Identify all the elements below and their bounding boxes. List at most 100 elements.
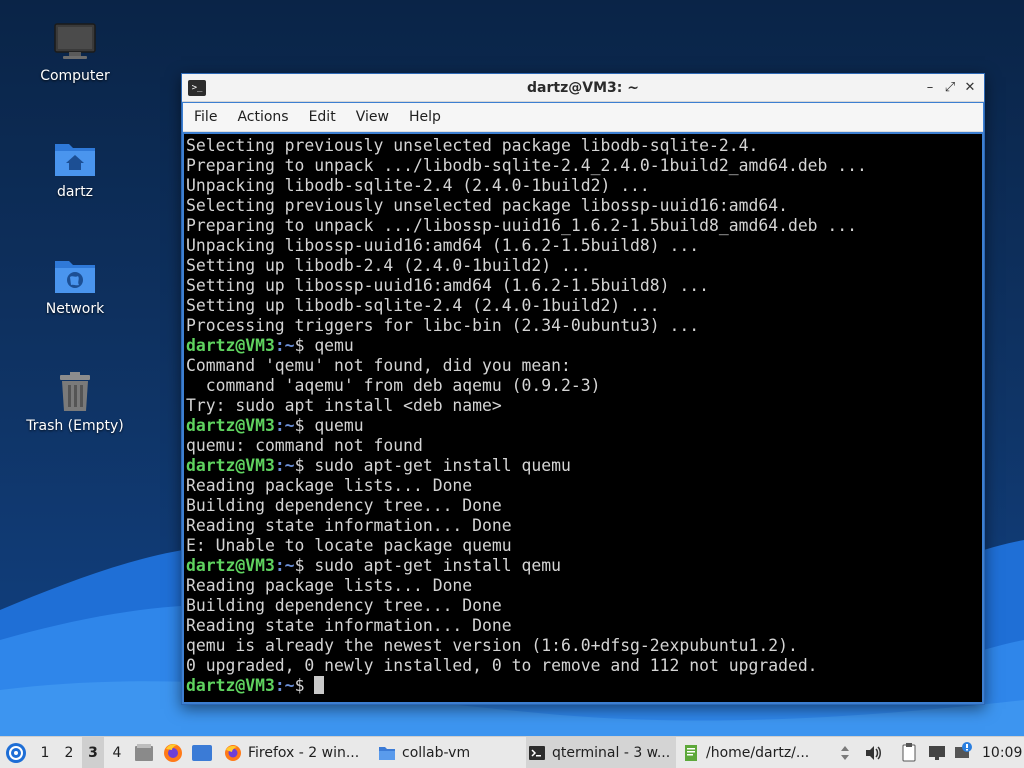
terminal-output-line: Preparing to unpack .../libodb-sqlite-2.… (186, 156, 982, 176)
workspace-3[interactable]: 3 (82, 737, 104, 768)
prompt-user: dartz@VM3 (186, 676, 275, 695)
task-label: /home/dartz/... (706, 745, 810, 761)
quicklaunch-firefox[interactable] (162, 737, 186, 768)
taskbar-task-collab-vm[interactable]: collab-vm (376, 737, 516, 768)
terminal-prompt-line: dartz@VM3:~$ (186, 676, 982, 696)
output-text: Setting up libossp-uuid16:amd64 (1.6.2-1… (186, 276, 710, 295)
prompt-path: :~ (274, 556, 295, 575)
desktop-icon-label: dartz (56, 184, 94, 200)
prompt-symbol: $ (294, 556, 315, 575)
taskbar-task-text-editor[interactable]: /home/dartz/... (680, 737, 820, 768)
tray-display[interactable] (926, 737, 948, 768)
maximize-button[interactable]: ⤢ (940, 78, 960, 98)
desktop-icon-computer[interactable]: Computer (10, 22, 140, 84)
output-text: Try: sudo apt install <deb name> (186, 396, 502, 415)
taskbar: 1 2 3 4 Firefox - 2 win... collab-vm qte… (0, 736, 1024, 768)
taskbar-task-qterminal[interactable]: qterminal - 3 w... (526, 737, 676, 768)
output-text: quemu: command not found (186, 436, 423, 455)
terminal-output-line: Processing triggers for libc-bin (2.34-0… (186, 316, 982, 336)
minimize-button[interactable]: – (920, 78, 940, 98)
workspace-2[interactable]: 2 (58, 737, 80, 768)
output-text: Setting up libodb-sqlite-2.4 (2.4.0-1bui… (186, 296, 660, 315)
desktop-icon-label: Network (45, 301, 105, 317)
menu-file[interactable]: File (183, 103, 227, 132)
output-text: Reading package lists... Done (186, 576, 473, 595)
quicklaunch-desktop[interactable] (190, 737, 216, 768)
tray-update-notifier[interactable] (952, 737, 974, 768)
clipboard-icon (902, 743, 916, 762)
desktop-icon-label: Computer (40, 68, 110, 84)
terminal-output-line: command 'aqemu' from deb aqemu (0.9.2-3) (186, 376, 982, 396)
terminal-prompt-line: dartz@VM3:~$ quemu (186, 416, 982, 436)
firefox-icon (164, 744, 182, 762)
output-text: command 'aqemu' from deb aqemu (0.9.2-3) (186, 376, 601, 395)
workspace-1[interactable]: 1 (34, 737, 56, 768)
desktop-icon-network[interactable]: Network (10, 255, 140, 317)
desktop-icon-trash[interactable]: Trash (Empty) (10, 372, 140, 434)
command-text: qemu (314, 336, 354, 355)
clock[interactable]: 10:09 (982, 737, 1022, 768)
output-text: Selecting previously unselected package … (186, 196, 788, 215)
display-icon (929, 746, 945, 760)
terminal-window[interactable]: >_ dartz@VM3: ~ – ⤢ ✕ File Actions Edit Vie… (181, 73, 985, 705)
terminal-output[interactable]: Selecting previously unselected package … (184, 134, 982, 702)
file-manager-icon (135, 744, 153, 761)
output-text: Building dependency tree... Done (186, 496, 502, 515)
menu-help[interactable]: Help (399, 103, 451, 132)
tray-clipboard[interactable] (898, 737, 920, 768)
output-text: Preparing to unpack .../libossp-uuid16_1… (186, 216, 858, 235)
prompt-symbol: $ (294, 416, 315, 435)
output-text: Processing triggers for libc-bin (2.34-0… (186, 316, 700, 335)
prompt-symbol: $ (294, 456, 315, 475)
prompt-user: dartz@VM3 (186, 336, 275, 355)
window-titlebar[interactable]: >_ dartz@VM3: ~ – ⤢ ✕ (182, 74, 984, 102)
terminal-output-line: Reading state information... Done (186, 516, 982, 536)
terminal-prompt-line: dartz@VM3:~$ qemu (186, 336, 982, 356)
show-desktop-icon (192, 745, 212, 761)
prompt-path: :~ (274, 336, 295, 355)
terminal-output-line: Building dependency tree... Done (186, 496, 982, 516)
output-text: Setting up libodb-2.4 (2.4.0-1build2) ..… (186, 256, 591, 275)
quicklaunch-file-manager[interactable] (134, 737, 156, 768)
terminal-output-line: Setting up libodb-sqlite-2.4 (2.4.0-1bui… (186, 296, 982, 316)
window-title: dartz@VM3: ~ (527, 80, 639, 96)
computer-icon (54, 23, 96, 59)
start-menu-button[interactable] (4, 737, 30, 768)
task-label: Firefox - 2 win... (248, 745, 360, 761)
command-text: quemu (314, 416, 364, 435)
prompt-user: dartz@VM3 (186, 416, 275, 435)
prompt-path: :~ (274, 676, 295, 695)
terminal-prompt-line: dartz@VM3:~$ sudo apt-get install quemu (186, 456, 982, 476)
workspace-4[interactable]: 4 (106, 737, 128, 768)
output-text: Reading package lists... Done (186, 476, 473, 495)
output-text: Unpacking libossp-uuid16:amd64 (1.6.2-1.… (186, 236, 700, 255)
output-text: Command 'qemu' not found, did you mean: (186, 356, 571, 375)
close-button[interactable]: ✕ (960, 78, 980, 98)
terminal-output-line: Try: sudo apt install <deb name> (186, 396, 982, 416)
terminal-output-line: 0 upgraded, 0 newly installed, 0 to remo… (186, 656, 982, 676)
prompt-user: dartz@VM3 (186, 556, 275, 575)
text-editor-icon (685, 745, 697, 761)
desktop-icon-label: Trash (Empty) (26, 418, 124, 434)
volume-icon (866, 746, 881, 760)
menu-actions[interactable]: Actions (227, 103, 298, 132)
home-folder-icon (55, 144, 95, 176)
terminal-output-line: Building dependency tree... Done (186, 596, 982, 616)
tray-scroll[interactable] (834, 737, 856, 768)
menu-view[interactable]: View (346, 103, 399, 132)
tray-volume[interactable] (862, 737, 884, 768)
output-text: Unpacking libodb-sqlite-2.4 (2.4.0-1buil… (186, 176, 650, 195)
menu-edit[interactable]: Edit (299, 103, 346, 132)
output-text: qemu is already the newest version (1:6.… (186, 636, 798, 655)
output-text: 0 upgraded, 0 newly installed, 0 to remo… (186, 656, 818, 675)
task-label: qterminal - 3 w... (552, 745, 671, 761)
folder-icon (379, 747, 395, 760)
taskbar-task-firefox[interactable]: Firefox - 2 win... (222, 737, 372, 768)
terminal-output-line: Unpacking libossp-uuid16:amd64 (1.6.2-1.… (186, 236, 982, 256)
prompt-user: dartz@VM3 (186, 456, 275, 475)
terminal-output-line: E: Unable to locate package quemu (186, 536, 982, 556)
terminal-prompt-line: dartz@VM3:~$ sudo apt-get install qemu (186, 556, 982, 576)
terminal-output-line: Setting up libossp-uuid16:amd64 (1.6.2-1… (186, 276, 982, 296)
desktop-icon-home[interactable]: dartz (10, 138, 140, 200)
command-text: sudo apt-get install quemu (314, 456, 571, 475)
